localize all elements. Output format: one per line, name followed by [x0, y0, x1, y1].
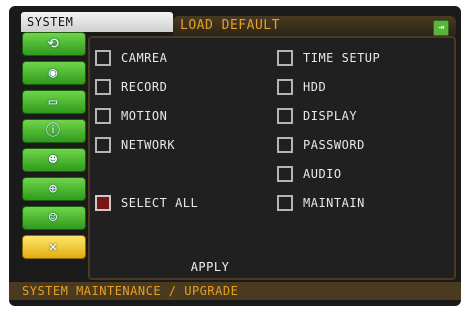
option-audio[interactable]: AUDIO [277, 164, 342, 184]
option-maintain[interactable]: MAINTAIN [277, 193, 365, 213]
option-maintain-label: MAINTAIN [303, 196, 365, 210]
option-password[interactable]: PASSWORD [277, 135, 365, 155]
sidebar-item-disk[interactable]: ◉ [22, 61, 86, 85]
option-audio-label: AUDIO [303, 167, 342, 181]
checkbox-select-all[interactable] [95, 195, 111, 211]
option-network[interactable]: NETWORK [95, 135, 175, 155]
globe-icon: ⊕ [48, 181, 58, 197]
info-icon: ⓘ [46, 123, 60, 139]
option-display[interactable]: DISPLAY [277, 106, 357, 126]
sidebar-item-users[interactable]: ☺ [22, 206, 86, 230]
tab-load-default-label: LOAD DEFAULT [180, 18, 280, 33]
option-hdd-label: HDD [303, 80, 327, 94]
sidebar-item-globe[interactable]: ⊕ [22, 177, 86, 201]
option-password-label: PASSWORD [303, 138, 365, 152]
sidebar-item-user[interactable]: ☻ [22, 148, 86, 172]
user-icon: ☻ [48, 152, 58, 168]
option-camera[interactable]: CAMREA [95, 48, 167, 68]
checkbox-network[interactable] [95, 137, 111, 153]
network-icon: ⟲ [47, 36, 59, 52]
checkbox-password[interactable] [277, 137, 293, 153]
checkbox-time-setup[interactable] [277, 50, 293, 66]
option-hdd[interactable]: HDD [277, 77, 326, 97]
display-icon: ▭ [48, 94, 58, 110]
option-select-all[interactable]: SELECT ALL [95, 193, 198, 213]
option-motion[interactable]: MOTION [95, 106, 167, 126]
option-select-all-label: SELECT ALL [121, 196, 199, 210]
apply-button[interactable]: APPLY [188, 258, 232, 276]
sidebar-item-tools[interactable]: ✕ [22, 235, 86, 259]
option-record[interactable]: RECORD [95, 77, 167, 97]
status-bar: SYSTEM MAINTENANCE / UPGRADE [9, 282, 461, 300]
checkbox-display[interactable] [277, 108, 293, 124]
option-time-setup-label: TIME SETUP [303, 51, 381, 65]
checkbox-hdd[interactable] [277, 79, 293, 95]
tab-load-default[interactable]: LOAD DEFAULT [175, 17, 405, 35]
maintenance-panel [88, 36, 456, 280]
option-record-label: RECORD [121, 80, 168, 94]
option-camera-label: CAMREA [121, 51, 168, 65]
tab-system[interactable]: SYSTEM [21, 12, 173, 32]
checkbox-camera[interactable] [95, 50, 111, 66]
users-icon: ☺ [48, 210, 58, 226]
sidebar-item-network[interactable]: ⟲ [22, 32, 86, 56]
status-text: SYSTEM MAINTENANCE / UPGRADE [22, 284, 239, 298]
option-display-label: DISPLAY [303, 109, 358, 123]
tools-icon: ✕ [48, 239, 58, 255]
checkbox-record[interactable] [95, 79, 111, 95]
exit-icon[interactable]: ⇥ [433, 20, 449, 36]
option-time-setup[interactable]: TIME SETUP [277, 48, 380, 68]
tab-system-label: SYSTEM [27, 15, 74, 29]
option-motion-label: MOTION [121, 109, 168, 123]
disk-icon: ◉ [48, 65, 58, 81]
checkbox-audio[interactable] [277, 166, 293, 182]
option-network-label: NETWORK [121, 138, 176, 152]
checkbox-motion[interactable] [95, 108, 111, 124]
sidebar-item-info[interactable]: ⓘ [22, 119, 86, 143]
sidebar-item-display[interactable]: ▭ [22, 90, 86, 114]
checkbox-maintain[interactable] [277, 195, 293, 211]
sidebar: ⟲ ◉ ▭ ⓘ ☻ ⊕ ☺ ✕ [20, 32, 90, 278]
